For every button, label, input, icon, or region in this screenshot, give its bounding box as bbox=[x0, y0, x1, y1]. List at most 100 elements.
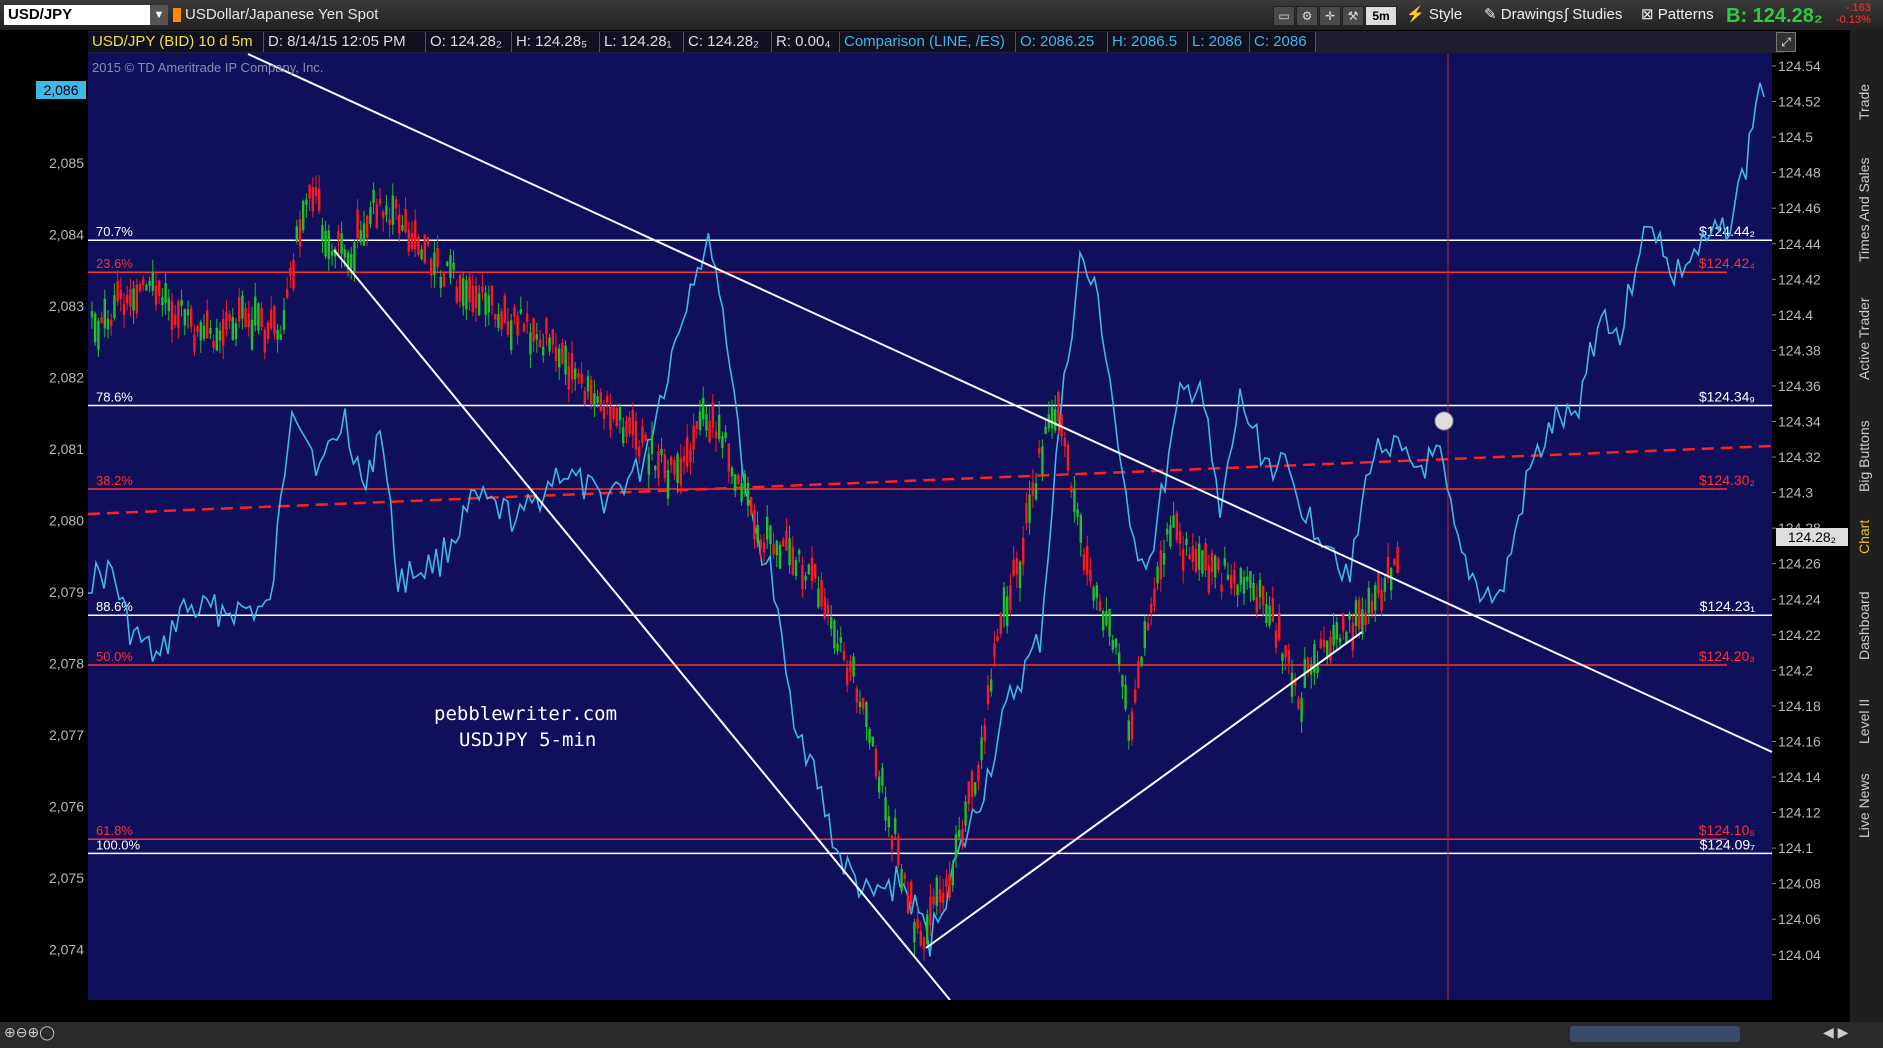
candle-body bbox=[993, 643, 996, 657]
candle-body bbox=[180, 300, 183, 306]
candle-body bbox=[116, 281, 119, 302]
chart-overlay: 124.54 124.52 124.5 124.48 124.46 124.44 124.4… bbox=[49, 53, 1821, 1021]
candle-body bbox=[372, 189, 375, 204]
candle-body bbox=[231, 317, 234, 340]
candle-body bbox=[1082, 554, 1086, 570]
candle-body bbox=[1255, 596, 1258, 613]
candle-body bbox=[855, 688, 858, 703]
candle-body bbox=[676, 454, 679, 483]
candle-body bbox=[1140, 656, 1143, 666]
candle-body bbox=[580, 373, 583, 384]
candle-body bbox=[1146, 623, 1150, 631]
candle-body bbox=[1319, 639, 1322, 648]
candle-body bbox=[884, 797, 887, 821]
candle-body bbox=[1121, 675, 1124, 687]
candle-body bbox=[1271, 597, 1274, 622]
candle-body bbox=[746, 483, 750, 506]
side-tab-dashboard[interactable]: Dashboard bbox=[1856, 564, 1872, 661]
candle-body bbox=[126, 295, 129, 304]
candle-body bbox=[1108, 609, 1111, 637]
candle-body bbox=[1198, 543, 1201, 570]
candle-body bbox=[1290, 672, 1294, 697]
candle-body bbox=[449, 255, 452, 278]
candle-body bbox=[350, 254, 353, 269]
candle-body bbox=[1130, 711, 1134, 740]
candle-body bbox=[932, 896, 935, 905]
candle-body bbox=[222, 318, 225, 346]
candle-body bbox=[599, 392, 602, 411]
candle-body bbox=[900, 868, 903, 892]
right-axis-tick: 124.48 bbox=[1778, 165, 1821, 181]
candle-body bbox=[711, 402, 714, 428]
left-axis-tick: 2,084 bbox=[49, 227, 84, 243]
candle-body bbox=[324, 230, 327, 257]
candle-body bbox=[1210, 552, 1214, 573]
comparison-price-tag: 2,086 bbox=[36, 81, 86, 99]
candle-body bbox=[394, 199, 398, 209]
candle-body bbox=[1383, 578, 1386, 592]
side-tab-level-ii[interactable]: Level II bbox=[1856, 672, 1872, 744]
candle-body bbox=[593, 393, 596, 407]
candle-body bbox=[1239, 568, 1242, 585]
time-marker-handle bbox=[1434, 411, 1454, 431]
candle-body bbox=[132, 288, 135, 311]
candle-body bbox=[1038, 447, 1041, 454]
candle-body bbox=[1377, 572, 1380, 595]
candle-body bbox=[1188, 554, 1191, 559]
candle-body bbox=[871, 736, 874, 747]
candle-body bbox=[823, 596, 826, 619]
right-axis-tick: 124.24 bbox=[1778, 591, 1821, 607]
side-tab-big-buttons[interactable]: Big Buttons bbox=[1856, 392, 1872, 492]
candle-body bbox=[529, 332, 532, 355]
candle-body bbox=[1191, 545, 1194, 562]
candle-body bbox=[170, 301, 174, 330]
zoom-controls[interactable]: ⊕⊖⊕◯ bbox=[4, 1024, 78, 1044]
candle-body bbox=[292, 260, 295, 289]
candle-body bbox=[1332, 624, 1335, 646]
candle-body bbox=[852, 656, 855, 677]
candle-body bbox=[666, 470, 670, 499]
candle-body bbox=[724, 432, 727, 439]
candle-body bbox=[446, 261, 449, 266]
scroll-arrows[interactable]: ◀ ▶ bbox=[1823, 1024, 1848, 1041]
right-axis-tick: 124.1 bbox=[1778, 840, 1813, 856]
candle-body bbox=[542, 346, 545, 356]
side-tab-active-trader[interactable]: Active Trader bbox=[1856, 270, 1872, 380]
candle-body bbox=[1054, 409, 1057, 431]
candle-body bbox=[974, 782, 977, 795]
candle-body bbox=[510, 320, 513, 350]
side-tab-trade[interactable]: Trade bbox=[1856, 40, 1872, 120]
side-tab-times-and-sales[interactable]: Times And Sales bbox=[1856, 128, 1872, 262]
fib-level-value: $124.42₄ bbox=[1699, 255, 1756, 271]
candle-body bbox=[673, 460, 676, 475]
candle-body bbox=[970, 771, 974, 797]
candle-body bbox=[862, 697, 865, 709]
right-axis-tick: 124.04 bbox=[1778, 947, 1821, 963]
candle-body bbox=[561, 342, 564, 364]
candle-body bbox=[106, 318, 110, 330]
candle-body bbox=[305, 199, 308, 206]
scroll-thumb[interactable] bbox=[1570, 1026, 1740, 1042]
candle-body bbox=[122, 304, 126, 315]
candle-body bbox=[244, 308, 247, 327]
candle-body bbox=[462, 278, 465, 307]
candle-body bbox=[919, 930, 922, 946]
candle-body bbox=[282, 309, 286, 331]
fib-level-label: 100.0% bbox=[96, 837, 141, 852]
side-tab-chart[interactable]: Chart bbox=[1856, 500, 1872, 554]
candle-body bbox=[1393, 558, 1396, 566]
candle-body bbox=[247, 313, 250, 328]
candle-body bbox=[183, 309, 186, 326]
candle-body bbox=[1217, 558, 1220, 570]
left-axis-tick: 2,076 bbox=[49, 799, 84, 815]
candle-body bbox=[250, 319, 254, 350]
candle-body bbox=[1143, 621, 1146, 649]
candle-body bbox=[567, 365, 570, 390]
candle-body bbox=[1358, 599, 1361, 629]
candle-body bbox=[814, 564, 817, 579]
right-axis-tick: 124.2 bbox=[1778, 662, 1813, 678]
candle-body bbox=[340, 233, 343, 255]
candle-body bbox=[190, 308, 193, 328]
side-tab-live-news[interactable]: Live News bbox=[1856, 748, 1872, 838]
right-axis-tick: 124.54 bbox=[1778, 58, 1821, 74]
